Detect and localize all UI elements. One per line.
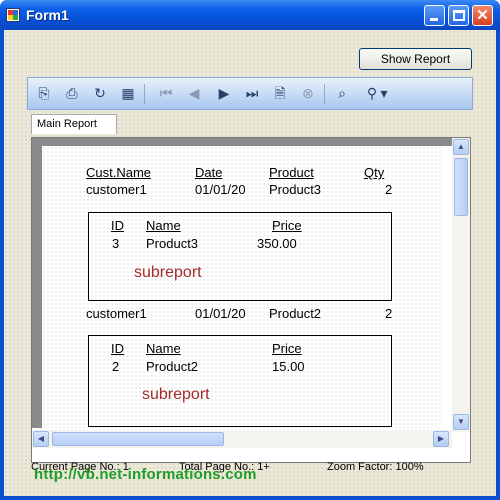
scroll-right-icon[interactable]: ▶ xyxy=(433,431,449,447)
title-bar[interactable]: Form1 ✕ xyxy=(0,0,500,30)
form-client-area: Show Report ⎘ ⎙ ↻ ▦ ⏮ ◀ ▶ ⏭ 🗎 ⊗ ⌕ ⚲ ▾ Ma… xyxy=(4,30,496,496)
print-icon[interactable]: ⎙ xyxy=(62,83,82,103)
search-icon[interactable]: ⌕ xyxy=(332,83,352,103)
prev-page-icon[interactable]: ◀ xyxy=(184,83,204,103)
last-page-icon[interactable]: ⏭ xyxy=(242,83,262,103)
scroll-up-icon[interactable]: ▲ xyxy=(453,139,469,155)
vertical-scroll-thumb[interactable] xyxy=(454,158,468,216)
sub-header-price: Price xyxy=(272,341,302,356)
page-shadow-top xyxy=(32,138,470,146)
sub-header-id: ID xyxy=(111,341,124,356)
row-cust-name: customer1 xyxy=(86,306,147,321)
vertical-scrollbar[interactable]: ▲ ▼ xyxy=(452,138,470,432)
watermark-url: http://vb.net-informations.com xyxy=(34,466,257,483)
horizontal-scroll-thumb[interactable] xyxy=(52,432,224,446)
header-qty: Qty xyxy=(364,165,385,180)
sub-header-name: Name xyxy=(146,341,181,356)
sub-name: Product3 xyxy=(146,236,199,251)
row-date: 01/01/20 xyxy=(195,182,246,197)
sub-header-id: ID xyxy=(111,218,124,233)
app-window: Form1 ✕ Show Report ⎘ ⎙ ↻ ▦ ⏮ ◀ ▶ ⏭ 🗎 ⊗ … xyxy=(0,0,500,500)
row-product: Product3 xyxy=(269,182,322,197)
refresh-icon[interactable]: ↻ xyxy=(90,83,110,103)
subreport-label: subreport xyxy=(134,264,202,281)
sub-id: 3 xyxy=(112,236,120,251)
scroll-down-icon[interactable]: ▼ xyxy=(453,414,469,430)
subreport-box: ID Name Price 3 Product3 350.00 subrepor… xyxy=(88,212,392,301)
row-cust-name: customer1 xyxy=(86,182,147,197)
subreport-box: ID Name Price 2 Product2 15.00 subreport xyxy=(88,335,392,427)
report-page: Cust.Name Date Product Qty customer1 01/… xyxy=(42,146,442,428)
goto-page-icon[interactable]: 🗎 xyxy=(270,83,290,103)
toolbar-separator xyxy=(144,84,145,104)
row-date: 01/01/20 xyxy=(195,306,246,321)
show-report-button[interactable]: Show Report xyxy=(359,48,472,70)
first-page-icon[interactable]: ⏮ xyxy=(156,83,176,103)
header-product: Product xyxy=(269,165,314,180)
toolbar-separator xyxy=(324,84,325,104)
sub-header-price: Price xyxy=(272,218,302,233)
maximize-button[interactable] xyxy=(448,5,469,26)
tab-main-report[interactable]: Main Report xyxy=(31,114,117,134)
window-title: Form1 xyxy=(26,7,69,23)
scroll-left-icon[interactable]: ◀ xyxy=(33,431,49,447)
horizontal-scrollbar[interactable]: ◀ ▶ xyxy=(32,430,452,448)
row-qty: 2 xyxy=(385,306,393,321)
stop-icon[interactable]: ⊗ xyxy=(298,83,318,103)
minimize-button[interactable] xyxy=(424,5,445,26)
app-icon xyxy=(6,8,20,22)
maximize-icon xyxy=(453,10,465,21)
row-qty: 2 xyxy=(385,182,393,197)
page-shadow-left xyxy=(32,138,42,428)
close-icon: ✕ xyxy=(476,7,489,24)
viewer-toolbar: ⎘ ⎙ ↻ ▦ ⏮ ◀ ▶ ⏭ 🗎 ⊗ ⌕ ⚲ ▾ xyxy=(27,77,473,110)
close-button[interactable]: ✕ xyxy=(472,5,493,26)
toggle-group-tree-icon[interactable]: ▦ xyxy=(118,83,138,103)
sub-price: 15.00 xyxy=(272,359,305,374)
subreport-label: subreport xyxy=(142,386,210,403)
sub-name: Product2 xyxy=(146,359,199,374)
next-page-icon[interactable]: ▶ xyxy=(214,83,234,103)
report-view-area: Cust.Name Date Product Qty customer1 01/… xyxy=(31,137,471,463)
zoom-dropdown-icon[interactable]: ▾ xyxy=(378,83,390,103)
zoom-factor-status: Zoom Factor: 100% xyxy=(327,461,424,473)
crystal-report-viewer: ⎘ ⎙ ↻ ▦ ⏮ ◀ ▶ ⏭ 🗎 ⊗ ⌕ ⚲ ▾ Main Report Cu… xyxy=(27,77,473,482)
minimize-icon xyxy=(430,18,438,21)
sub-price: 350.00 xyxy=(257,236,297,251)
row-product: Product2 xyxy=(269,306,322,321)
header-date: Date xyxy=(195,165,223,180)
header-cust-name: Cust.Name xyxy=(86,165,152,180)
export-icon[interactable]: ⎘ xyxy=(34,83,54,103)
sub-id: 2 xyxy=(112,359,120,374)
sub-header-name: Name xyxy=(146,218,181,233)
report-tab-strip: Main Report xyxy=(27,110,473,134)
